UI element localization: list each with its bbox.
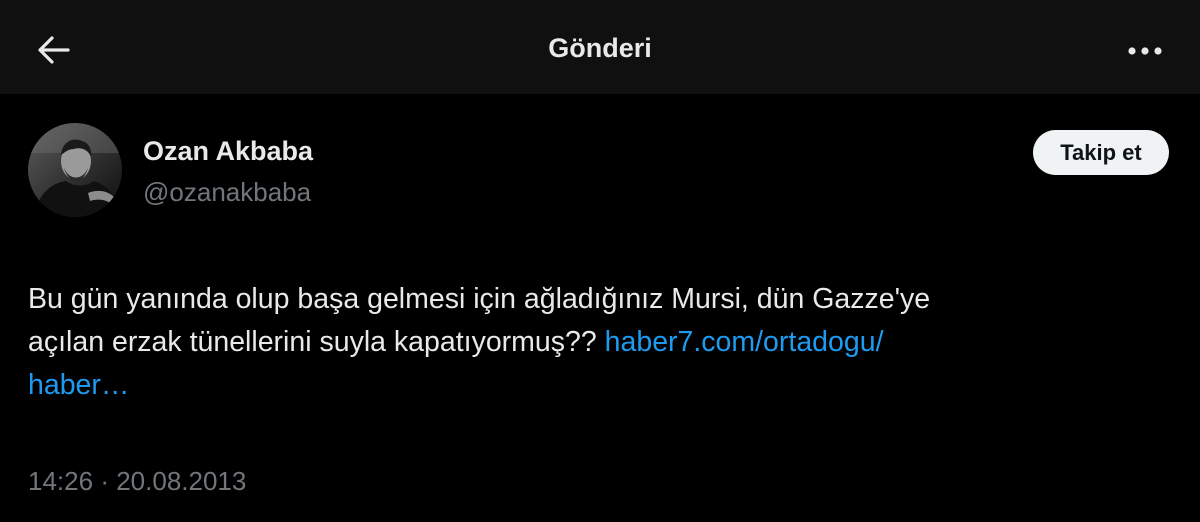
top-bar: Gönderi <box>0 0 1200 94</box>
tweet-date[interactable]: 20.08.2013 <box>116 466 246 496</box>
tweet-text: Bu gün yanında olup başa gelmesi için ağ… <box>28 278 1158 407</box>
tweet-time[interactable]: 14:26 <box>28 466 93 496</box>
tweet-text-line-2: açılan erzak tünellerini suyla kapatıyor… <box>28 326 597 358</box>
tweet-link-part-2: haber… <box>28 369 130 401</box>
author-name[interactable]: Ozan Akbaba <box>143 136 313 167</box>
meta-separator: · <box>100 466 109 496</box>
tweet-link-part-1: haber7.com/ortadogu/ <box>604 326 884 358</box>
arrow-left-icon <box>38 36 70 64</box>
back-button[interactable] <box>30 26 78 74</box>
follow-button[interactable]: Takip et <box>1033 130 1169 175</box>
avatar[interactable] <box>28 123 122 217</box>
profile-photo <box>28 123 122 217</box>
author-handle[interactable]: @ozanakbaba <box>143 177 311 208</box>
tweet-text-line-1: Bu gün yanında olup başa gelmesi için ağ… <box>28 283 931 315</box>
tweet-timestamp[interactable]: 14:26 · 20.08.2013 <box>28 466 246 497</box>
page-title: Gönderi <box>548 33 652 63</box>
more-horizontal-icon <box>1128 47 1162 55</box>
more-options-button[interactable] <box>1122 28 1168 74</box>
